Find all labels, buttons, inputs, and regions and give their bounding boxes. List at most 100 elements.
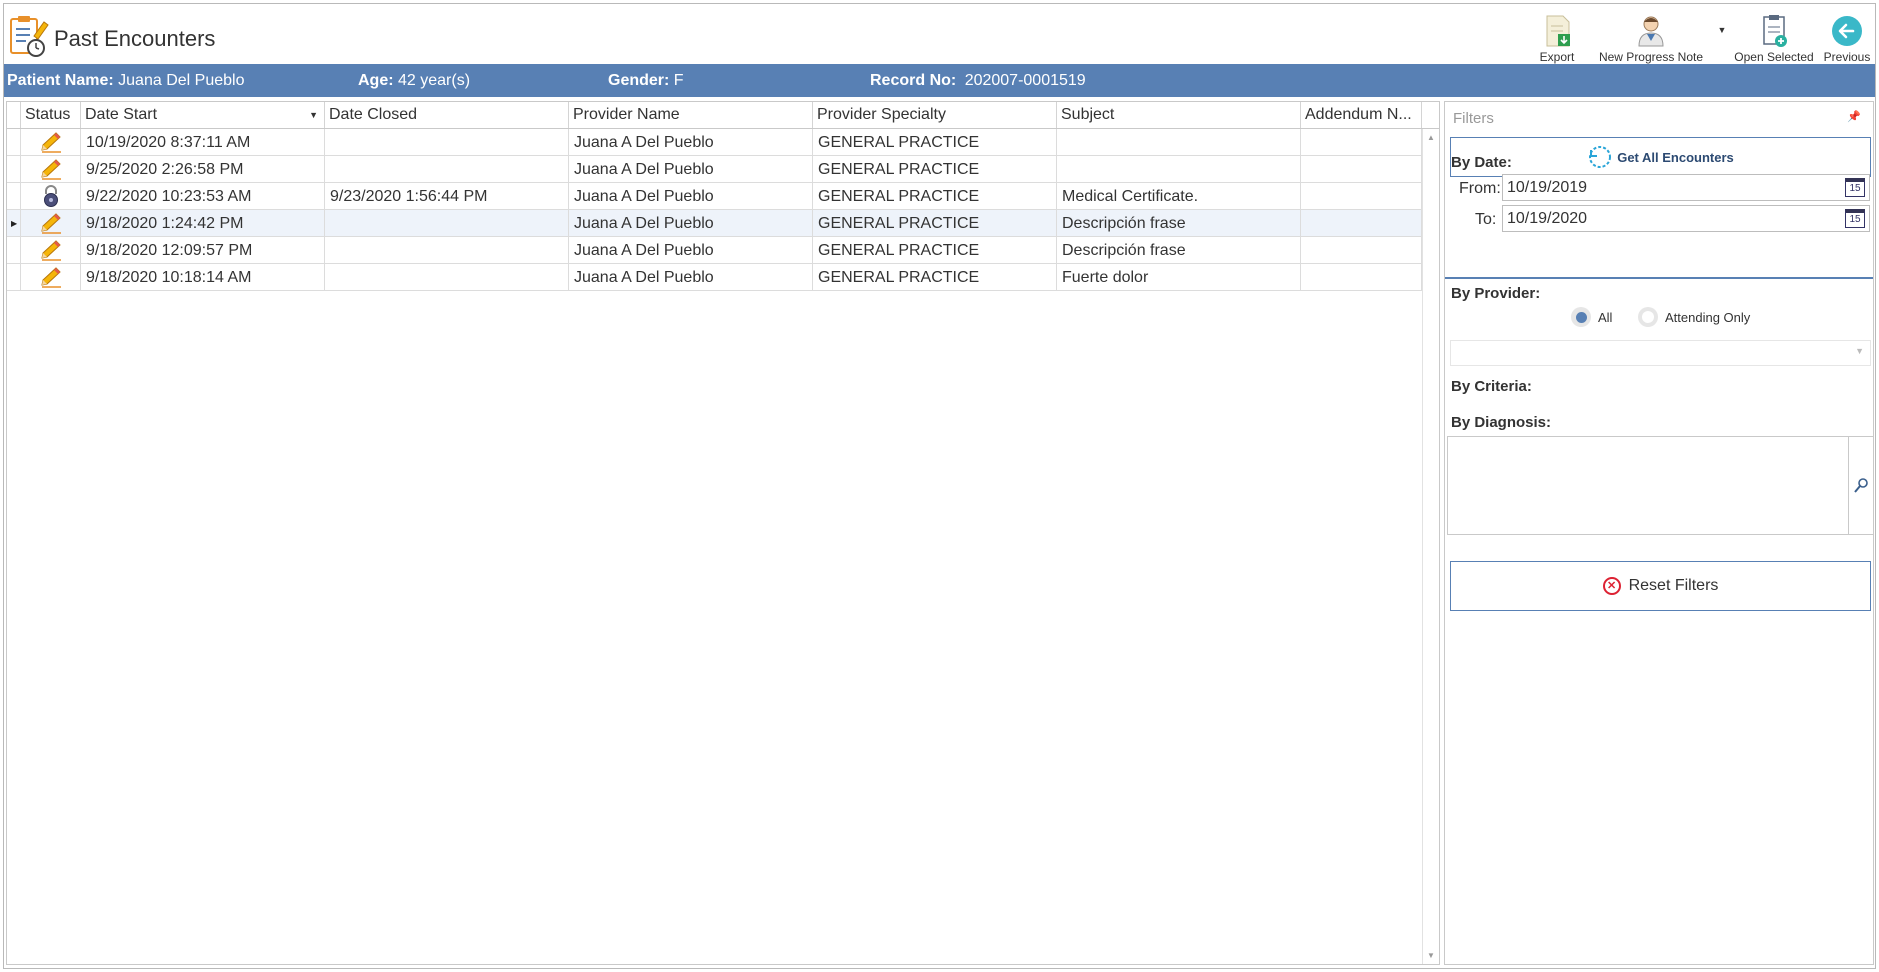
clipboard-clock-icon	[10, 16, 49, 57]
open-selected-button[interactable]: Open Selected	[1729, 10, 1819, 64]
column-header-provider-name[interactable]: Provider Name	[569, 102, 813, 128]
patient-age-label: Age:	[358, 72, 394, 89]
patient-gender-label: Gender:	[608, 72, 670, 89]
chevron-down-icon: ▼	[1855, 346, 1864, 356]
cell-provider-specialty: GENERAL PRACTICE	[813, 129, 1057, 156]
cell-status	[21, 183, 81, 210]
title-bar: Past Encounters Export New Progress Note…	[4, 4, 1875, 64]
filters-title: Filters	[1453, 110, 1494, 127]
cell-provider-specialty: GENERAL PRACTICE	[813, 156, 1057, 183]
table-row[interactable]: 10/19/2020 8:37:11 AM Juana A Del Pueblo G…	[7, 129, 1422, 156]
cell-date-closed	[325, 156, 569, 183]
provider-select[interactable]: ▼	[1450, 340, 1871, 366]
table-row[interactable]: ▶ 9/18/2020 1:24:42 PM Juana A Del Pueblo G…	[7, 210, 1422, 237]
column-header-status[interactable]: Status	[21, 102, 81, 128]
cell-date-closed	[325, 237, 569, 264]
row-indicator	[7, 183, 21, 210]
pencil-icon	[39, 131, 63, 155]
encounters-grid: Status Date Start ▼ Date Closed Provider…	[6, 101, 1440, 965]
get-all-encounters-label: Get All Encounters	[1617, 149, 1734, 165]
pin-icon[interactable]: 📌	[1847, 110, 1861, 123]
table-row[interactable]: 9/18/2020 12:09:57 PM Juana A Del Pueblo G…	[7, 237, 1422, 264]
cell-provider-name: Juana A Del Pueblo	[569, 210, 813, 237]
sort-desc-icon: ▼	[309, 110, 318, 120]
row-indicator-header	[7, 102, 21, 128]
get-all-encounters-button[interactable]: Get All Encounters	[1450, 137, 1871, 177]
previous-button[interactable]: Previous	[1819, 10, 1875, 64]
patient-gender-value: F	[673, 72, 684, 89]
cell-status	[21, 156, 81, 183]
calendar-icon[interactable]: 15	[1845, 178, 1865, 197]
close-circle-icon: ✕	[1602, 577, 1621, 595]
pencil-icon	[39, 158, 63, 182]
cell-provider-name: Juana A Del Pueblo	[569, 129, 813, 156]
row-pointer-icon: ▶	[11, 219, 18, 228]
cell-provider-specialty: GENERAL PRACTICE	[813, 237, 1057, 264]
reset-filters-button[interactable]: ✕ Reset Filters	[1450, 561, 1871, 611]
by-criteria-label: By Criteria:	[1451, 378, 1532, 395]
row-indicator	[7, 237, 21, 264]
lock-icon	[42, 185, 60, 209]
cell-subject	[1057, 129, 1301, 156]
scroll-up-icon[interactable]: ▲	[1427, 133, 1435, 142]
column-header-subject[interactable]: Subject	[1057, 102, 1301, 128]
diagnosis-input[interactable]	[1447, 436, 1849, 535]
to-date-field[interactable]: 10/19/2020 15	[1502, 205, 1870, 232]
to-date-value: 10/19/2020	[1507, 210, 1588, 227]
cell-provider-name: Juana A Del Pueblo	[569, 156, 813, 183]
by-date-label: By Date:	[1451, 154, 1512, 171]
patient-name: Patient Name: Juana Del Pueblo	[7, 72, 244, 90]
cell-subject	[1057, 156, 1301, 183]
patient-name-label: Patient Name:	[7, 72, 114, 89]
column-header-date-start-label: Date Start	[85, 106, 158, 123]
cell-addendum	[1301, 210, 1422, 237]
from-date-field[interactable]: 10/19/2019 15	[1502, 174, 1870, 201]
patient-record-label: Record No:	[870, 72, 957, 89]
new-progress-note-button[interactable]: New Progress Note	[1587, 10, 1715, 64]
table-row[interactable]: 9/18/2020 10:18:14 AM Juana A Del Pueblo G…	[7, 264, 1422, 291]
diagnosis-search-button[interactable]	[1849, 436, 1874, 535]
pencil-icon	[39, 239, 63, 263]
row-indicator	[7, 129, 21, 156]
cell-addendum	[1301, 237, 1422, 264]
cell-provider-specialty: GENERAL PRACTICE	[813, 183, 1057, 210]
by-provider-label: By Provider:	[1451, 285, 1541, 302]
radio-provider-attending-label: Attending Only	[1665, 309, 1751, 325]
cell-addendum	[1301, 264, 1422, 291]
cell-date-closed	[325, 264, 569, 291]
cell-date-closed	[325, 210, 569, 237]
cell-date-start: 9/18/2020 12:09:57 PM	[81, 237, 325, 264]
grid-header: Status Date Start ▼ Date Closed Provider…	[7, 102, 1439, 129]
page-title: Past Encounters	[54, 26, 216, 51]
row-indicator	[7, 156, 21, 183]
table-row[interactable]: 9/22/2020 10:23:53 AM 9/23/2020 1:56:44 P…	[7, 183, 1422, 210]
patient-gender: Gender: F	[608, 72, 684, 90]
open-selected-label: Open Selected	[1734, 50, 1814, 64]
table-row[interactable]: 9/25/2020 2:26:58 PM Juana A Del Pueblo GE…	[7, 156, 1422, 183]
from-label: From:	[1459, 180, 1501, 197]
column-header-provider-specialty[interactable]: Provider Specialty	[813, 102, 1057, 128]
radio-provider-attending[interactable]: Attending Only	[1638, 307, 1750, 327]
row-indicator	[7, 264, 21, 291]
pencil-icon	[39, 266, 63, 290]
new-progress-note-dropdown[interactable]: ▼	[1715, 10, 1729, 64]
column-header-date-start[interactable]: Date Start ▼	[81, 102, 325, 128]
cell-subject: Medical Certificate.	[1057, 183, 1301, 210]
cell-provider-specialty: GENERAL PRACTICE	[813, 210, 1057, 237]
column-header-addendum[interactable]: Addendum N...	[1301, 102, 1422, 128]
calendar-icon[interactable]: 15	[1845, 209, 1865, 228]
radio-provider-all[interactable]: All	[1571, 307, 1612, 327]
section-divider	[1445, 277, 1873, 279]
cell-subject: Fuerte dolor	[1057, 264, 1301, 291]
cell-date-start: 9/18/2020 10:18:14 AM	[81, 264, 325, 291]
column-header-date-closed[interactable]: Date Closed	[325, 102, 569, 128]
back-arrow-icon	[1832, 16, 1862, 46]
scroll-down-icon[interactable]: ▼	[1427, 951, 1435, 960]
cell-status	[21, 237, 81, 264]
vertical-scrollbar[interactable]: ▲ ▼	[1422, 129, 1439, 964]
cell-addendum	[1301, 183, 1422, 210]
cell-provider-specialty: GENERAL PRACTICE	[813, 264, 1057, 291]
reset-filters-label: Reset Filters	[1628, 577, 1719, 594]
cell-provider-name: Juana A Del Pueblo	[569, 183, 813, 210]
export-button[interactable]: Export	[1527, 10, 1587, 64]
